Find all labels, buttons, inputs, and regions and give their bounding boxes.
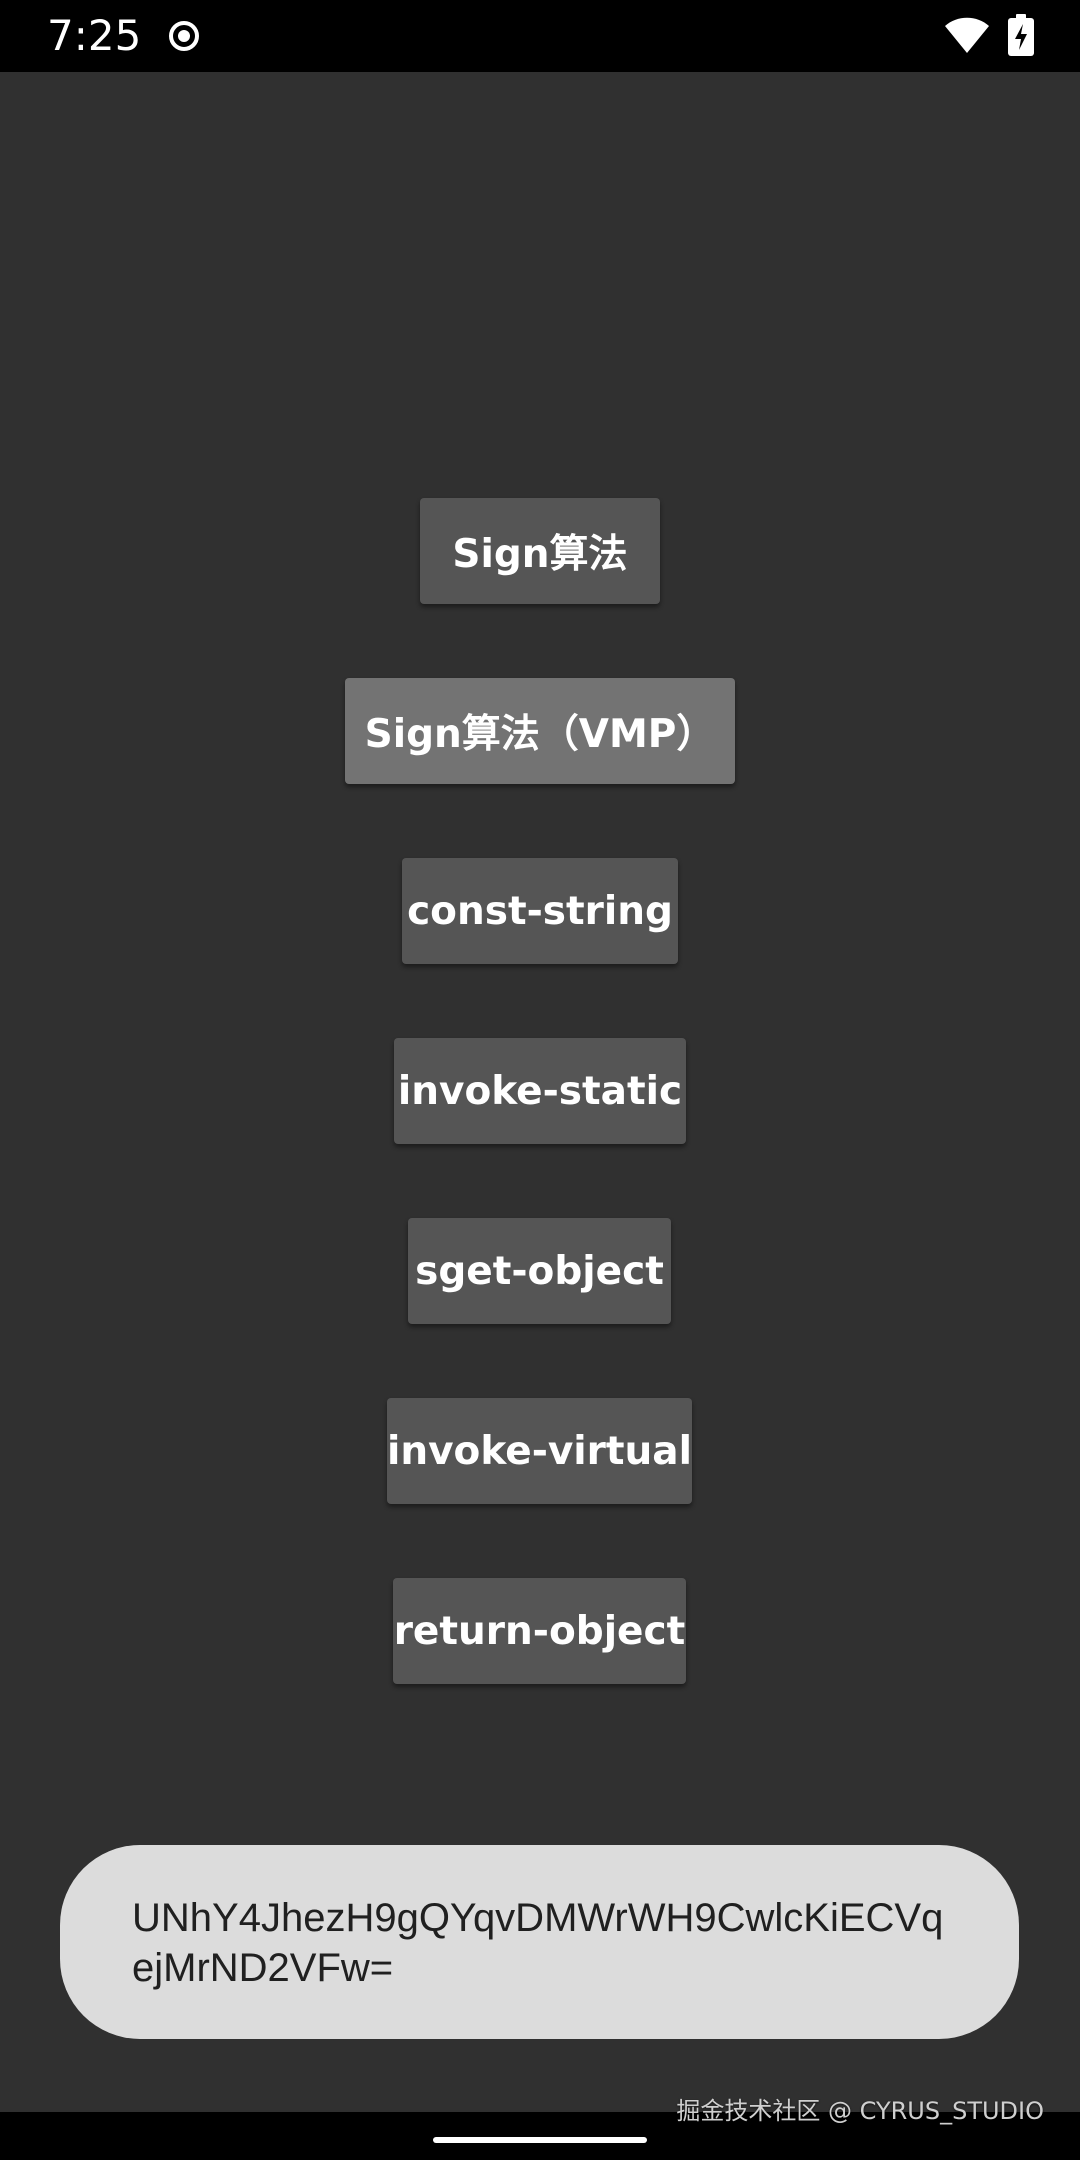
return-object-button[interactable]: return-object bbox=[393, 1578, 686, 1684]
toast-text: UNhY4JhezH9gQYqvDMWrWH9CwlcKiECVqejMrND2… bbox=[132, 1896, 944, 1990]
invoke-static-button[interactable]: invoke-static bbox=[394, 1038, 686, 1144]
result-toast: UNhY4JhezH9gQYqvDMWrWH9CwlcKiECVqejMrND2… bbox=[60, 1845, 1019, 2039]
status-bar: 7:25 bbox=[0, 0, 1080, 72]
wifi-icon bbox=[944, 16, 990, 54]
sign-algorithm-vmp-button[interactable]: Sign算法（VMP） bbox=[345, 678, 735, 784]
app-screen: 7:25 Sign算法 Sign算法（VMP） const-string inv… bbox=[0, 0, 1080, 2160]
home-gesture-handle[interactable] bbox=[433, 2137, 647, 2143]
invoke-virtual-button[interactable]: invoke-virtual bbox=[387, 1398, 692, 1504]
record-icon bbox=[168, 20, 200, 52]
status-time: 7:25 bbox=[47, 11, 142, 60]
battery-charging-icon bbox=[1008, 14, 1034, 56]
sget-object-button[interactable]: sget-object bbox=[408, 1218, 671, 1324]
sign-algorithm-button[interactable]: Sign算法 bbox=[420, 498, 660, 604]
watermark: 掘金技术社区 @ CYRUS_STUDIO bbox=[676, 2097, 1044, 2125]
const-string-button[interactable]: const-string bbox=[402, 858, 678, 964]
